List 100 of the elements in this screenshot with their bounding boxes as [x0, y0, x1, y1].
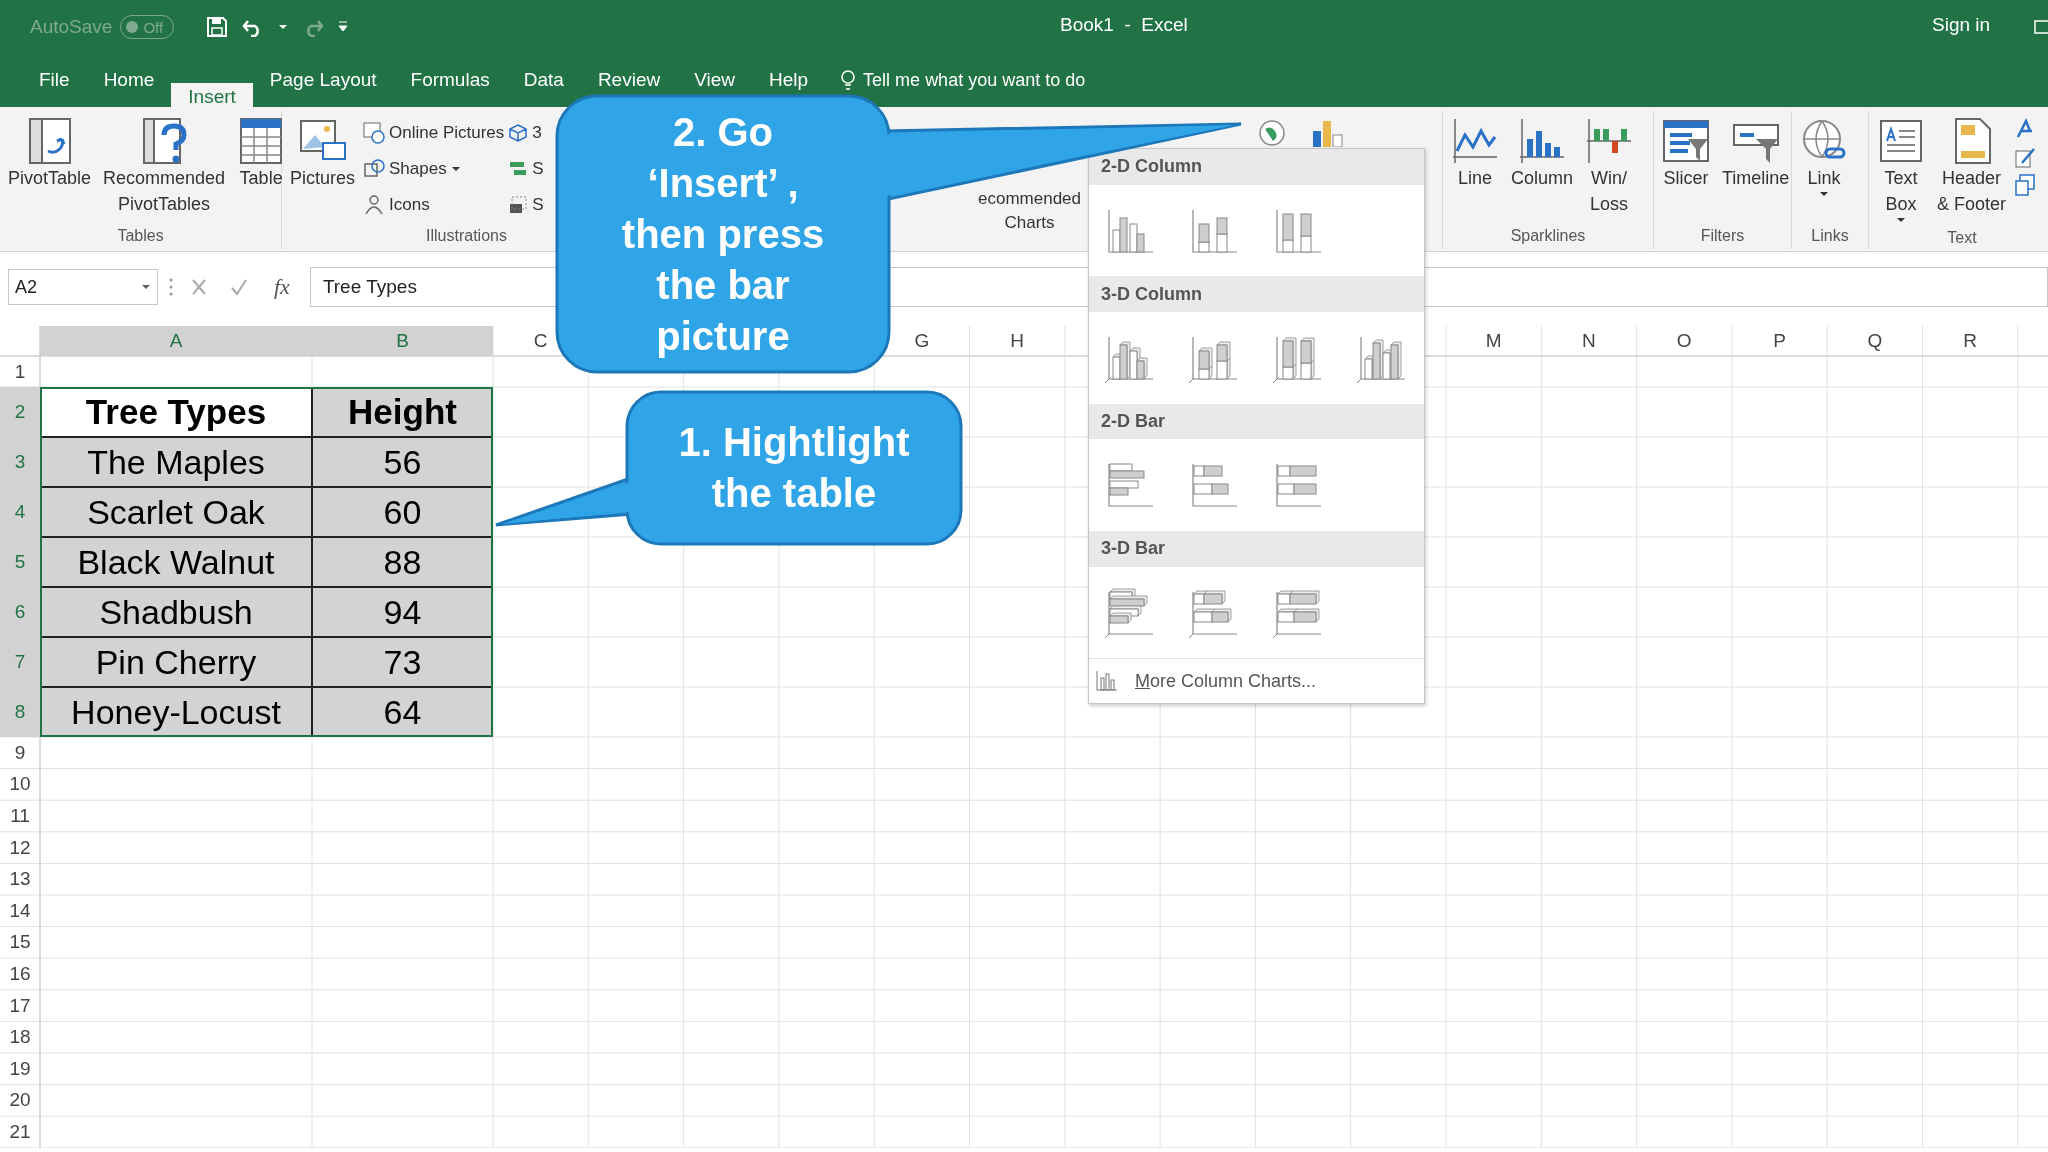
win-loss-icon — [1585, 117, 1634, 165]
ribbon-tab[interactable]: Page Layout — [252, 68, 394, 92]
header-footer-button[interactable]: Header & Footer — [1933, 113, 2011, 221]
row-number[interactable]: 5 — [0, 537, 40, 587]
sign-in-link[interactable]: Sign in — [1932, 14, 1991, 36]
row-number[interactable]: 15 — [0, 926, 40, 959]
grid-heading[interactable]: N — [1541, 326, 1637, 356]
row-number[interactable]: 20 — [0, 1084, 40, 1117]
row-number[interactable]: 4 — [0, 487, 40, 537]
ribbon-tab[interactable]: Data — [506, 68, 581, 92]
row-number[interactable]: 14 — [0, 894, 40, 927]
table-cell: Shadbush — [40, 587, 312, 637]
shapes-icon — [363, 158, 386, 180]
grid-heading[interactable]: H — [969, 326, 1065, 356]
link-button[interactable]: Link — [1796, 113, 1852, 201]
row-number[interactable]: 17 — [0, 989, 40, 1022]
ribbon-tab[interactable]: Home — [86, 68, 172, 92]
pivot-table-button[interactable]: PivotTable — [4, 113, 96, 195]
callout-text: 1. Hightlight the table — [678, 419, 910, 517]
more-charts-link[interactable]: More Column Charts... — [1135, 670, 1317, 692]
models-button[interactable]: 3 — [508, 117, 544, 149]
caret-icon — [1819, 191, 1829, 197]
recommended-pivot-button[interactable]: Recommended PivotTables — [99, 113, 230, 221]
function-button[interactable]: fx — [274, 274, 290, 300]
text-box-icon — [1877, 117, 1925, 165]
header-cell: Tree Types — [40, 387, 312, 437]
row-number[interactable]: 16 — [0, 958, 40, 990]
text-box-button[interactable]: Text Box — [1873, 113, 1929, 227]
menu-section-title: 2-D Column — [1089, 149, 1424, 185]
online-pictures-button[interactable]: Online Pictures — [363, 117, 505, 149]
table-cell: 94 — [312, 587, 493, 637]
row-number[interactable]: 7 — [0, 637, 40, 687]
customize-icon — [338, 21, 349, 33]
callout-text: 2. Go ‘Insert’ , then press the bar picture — [621, 108, 825, 360]
row-number[interactable]: 10 — [0, 768, 40, 801]
table-cell: 73 — [312, 637, 493, 687]
group-label: Links — [1810, 226, 1850, 246]
caret-icon — [1896, 217, 1906, 223]
row-number[interactable]: 13 — [0, 863, 40, 895]
header-cell: Height — [312, 387, 493, 437]
ribbon-tab[interactable]: Help — [752, 68, 826, 92]
row-number[interactable]: 12 — [0, 831, 40, 864]
table-cell: 60 — [312, 487, 493, 537]
figure-icon — [363, 194, 386, 216]
row-number[interactable]: 11 — [0, 800, 40, 832]
grid-heading[interactable]: R — [1922, 326, 2018, 356]
table-cell: 88 — [312, 537, 493, 587]
tell-me-field[interactable]: Tell me what you want to do — [841, 68, 1086, 92]
column-chart-icon — [1095, 670, 1119, 693]
row-number[interactable]: 21 — [0, 1116, 40, 1148]
caret-icon — [141, 284, 151, 290]
table-cell: Pin Cherry — [40, 637, 312, 687]
grid-heading[interactable]: G — [874, 326, 970, 356]
name-box[interactable]: A2 — [8, 269, 158, 305]
ribbon-tab[interactable]: Review — [580, 68, 678, 92]
table-cell: 56 — [312, 437, 493, 487]
row-number[interactable]: 18 — [0, 1021, 40, 1053]
ribbon-tab[interactable]: File — [22, 68, 87, 92]
group-label: Text — [1946, 228, 1978, 248]
more-icon — [168, 276, 174, 298]
table-cell: The Maples — [40, 437, 312, 487]
timeline-button[interactable]: Timeline — [1718, 113, 1794, 195]
grid-heading[interactable]: P — [1731, 326, 1828, 356]
table-cell: Black Walnut — [40, 537, 312, 587]
grid-heading[interactable]: Q — [1827, 326, 1923, 356]
shapes-button[interactable]: Shapes — [363, 153, 505, 185]
grid-heading[interactable]: A — [40, 326, 312, 356]
icons-button[interactable]: Icons — [363, 189, 505, 221]
globe-picture-icon — [363, 122, 386, 144]
window-title: Book1 - Excel — [1060, 14, 1188, 36]
row-number[interactable]: 9 — [0, 737, 40, 769]
row-number[interactable]: 2 — [0, 387, 40, 437]
ribbon-tab[interactable]: Formulas — [393, 68, 507, 92]
row-number[interactable]: 6 — [0, 587, 40, 637]
group-label: Tables — [116, 226, 165, 246]
cube-icon — [508, 123, 529, 143]
column-sparkline-button[interactable]: Column — [1507, 113, 1578, 195]
row-number[interactable]: 1 — [0, 356, 40, 387]
table-cell: Honey-Locust — [40, 687, 312, 737]
row-number[interactable]: 3 — [0, 437, 40, 487]
grid-heading[interactable]: C — [493, 326, 589, 356]
autosave-label: AutoSave — [30, 16, 113, 38]
recommended-charts-button[interactable]: ecommended Charts — [974, 183, 1085, 239]
smartart-button[interactable]: S — [508, 153, 544, 185]
row-number[interactable]: 8 — [0, 687, 40, 737]
row-number[interactable]: 19 — [0, 1052, 40, 1085]
ribbon-tab[interactable]: Insert — [171, 83, 253, 107]
grid-heading[interactable]: M — [1445, 326, 1542, 356]
table-cell: Scarlet Oak — [40, 487, 312, 537]
slicer-button[interactable]: Slicer — [1658, 113, 1714, 195]
grid-heading[interactable]: B — [312, 326, 493, 356]
grid-heading[interactable]: O — [1636, 326, 1732, 356]
group-label: Filters — [1699, 226, 1746, 246]
save-icon — [206, 16, 229, 38]
screenshot-button[interactable]: S — [508, 189, 544, 221]
line-sparkline-button[interactable]: Line — [1447, 113, 1503, 195]
slicer-icon — [1662, 117, 1710, 165]
win-loss-button[interactable]: Win/ Loss — [1581, 113, 1638, 221]
caret-icon — [278, 24, 289, 30]
ribbon-tab[interactable]: View — [677, 68, 753, 92]
